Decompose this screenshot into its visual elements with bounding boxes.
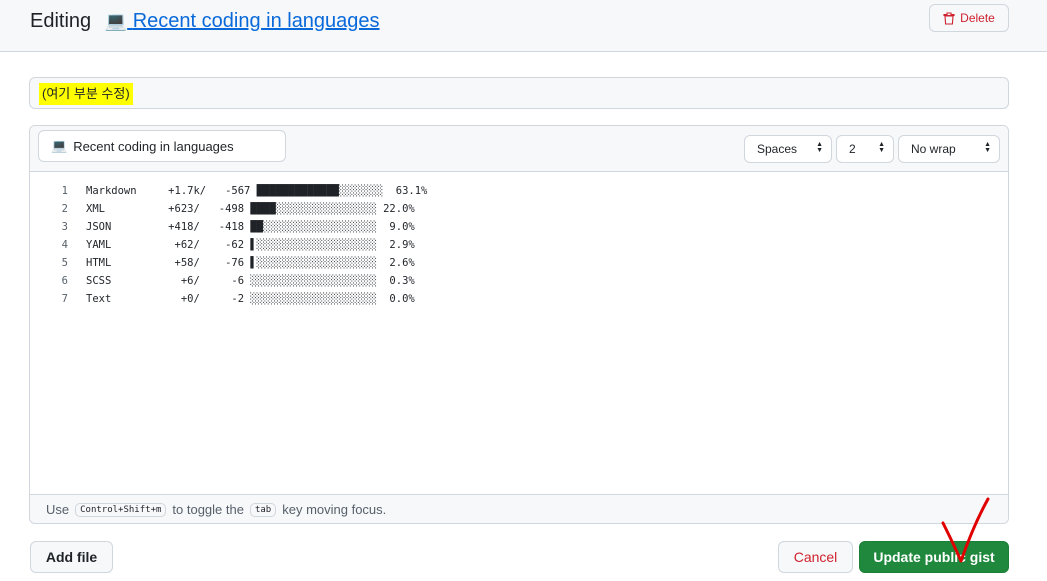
delete-button[interactable]: Delete	[929, 4, 1009, 32]
code-line: 6 SCSS +6/ -6 ░░░░░░░░░░░░░░░░░░░░ 0.3%	[30, 272, 1008, 290]
line-text: YAML +62/ -62 ▌░░░░░░░░░░░░░░░░░░░ 2.9%	[86, 239, 415, 251]
line-number: 5	[61, 257, 68, 269]
line-text: HTML +58/ -76 ▌░░░░░░░░░░░░░░░░░░░ 2.6%	[86, 257, 415, 269]
shortcut-kbd: Control+Shift+m	[75, 502, 167, 517]
line-text: XML +623/ -498 ████░░░░░░░░░░░░░░░░ 22.0…	[86, 203, 415, 215]
delete-label: Delete	[960, 11, 995, 25]
gist-description-field[interactable]: (여기 부분 수정)	[29, 77, 1009, 109]
code-line: 3 JSON +418/ -418 ██░░░░░░░░░░░░░░░░░░ 9.…	[30, 218, 1008, 236]
editor-footer: Use Control+Shift+m to toggle the tab ke…	[30, 494, 1008, 523]
select-arrows-icon: ▲ ▼	[816, 141, 823, 154]
footer-toggle: to toggle the	[172, 502, 244, 517]
update-public-gist-button[interactable]: Update public gist	[859, 541, 1009, 573]
line-number: 4	[61, 239, 68, 251]
indent-mode-value: Spaces	[757, 142, 798, 156]
line-number: 2	[61, 203, 68, 215]
laptop-icon: 💻	[104, 11, 128, 31]
line-number: 1	[61, 185, 68, 197]
code-line: 2 XML +623/ -498 ████░░░░░░░░░░░░░░░░ 22.…	[30, 200, 1008, 218]
code-line: 4 YAML +62/ -62 ▌░░░░░░░░░░░░░░░░░░░ 2.9%	[30, 236, 1008, 254]
indent-mode-select[interactable]: Spaces ▲ ▼	[744, 135, 832, 163]
gist-title-link[interactable]: 💻 Recent coding in languages	[103, 10, 380, 32]
gist-title: Recent coding in languages	[132, 10, 380, 32]
file-editor: 💻 Recent coding in languages Spaces ▲ ▼ 2…	[29, 125, 1009, 524]
select-arrows-icon: ▲ ▼	[984, 141, 991, 154]
code-line: 1 Markdown +1.7k/ -567 █████████████░░░░░…	[30, 182, 1008, 200]
editor-toolbar: 💻 Recent coding in languages Spaces ▲ ▼ 2…	[30, 126, 1008, 172]
laptop-icon: 💻	[51, 138, 68, 153]
gist-header: Editing 💻 Recent coding in languages Del…	[0, 0, 1047, 52]
line-text: JSON +418/ -418 ██░░░░░░░░░░░░░░░░░░ 9.0…	[86, 221, 415, 233]
tab-kbd: tab	[249, 502, 277, 517]
line-text: SCSS +6/ -6 ░░░░░░░░░░░░░░░░░░░░ 0.3%	[86, 275, 415, 287]
code-line: 5 HTML +58/ -76 ▌░░░░░░░░░░░░░░░░░░░ 2.6%	[30, 254, 1008, 272]
cancel-button[interactable]: Cancel	[778, 541, 853, 573]
page-title: Editing 💻 Recent coding in languages	[30, 9, 380, 33]
line-number: 3	[61, 221, 68, 233]
footer-use: Use	[46, 502, 70, 517]
code-line: 7 Text +0/ -2 ░░░░░░░░░░░░░░░░░░░░ 0.0%	[30, 290, 1008, 308]
trash-icon	[943, 11, 955, 25]
line-number: 7	[61, 293, 68, 305]
editing-label: Editing	[30, 10, 92, 32]
filename-input[interactable]: 💻 Recent coding in languages	[38, 130, 286, 162]
select-arrows-icon: ▲ ▼	[878, 141, 885, 154]
filename-value: Recent coding in languages	[73, 138, 234, 154]
footer-moving-focus: key moving focus.	[282, 502, 387, 517]
indent-size-value: 2	[849, 142, 856, 156]
wrap-mode-value: No wrap	[911, 142, 956, 156]
line-number: 6	[61, 275, 68, 287]
add-file-button[interactable]: Add file	[30, 541, 113, 573]
line-text: Text +0/ -2 ░░░░░░░░░░░░░░░░░░░░ 0.0%	[86, 293, 415, 305]
wrap-mode-select[interactable]: No wrap ▲ ▼	[898, 135, 1000, 163]
code-area[interactable]: 1 Markdown +1.7k/ -567 █████████████░░░░░…	[30, 182, 1008, 308]
indent-size-select[interactable]: 2 ▲ ▼	[836, 135, 894, 163]
gist-description-value: (여기 부분 수정)	[39, 83, 133, 105]
line-text: Markdown +1.7k/ -567 █████████████░░░░░░…	[86, 185, 428, 197]
